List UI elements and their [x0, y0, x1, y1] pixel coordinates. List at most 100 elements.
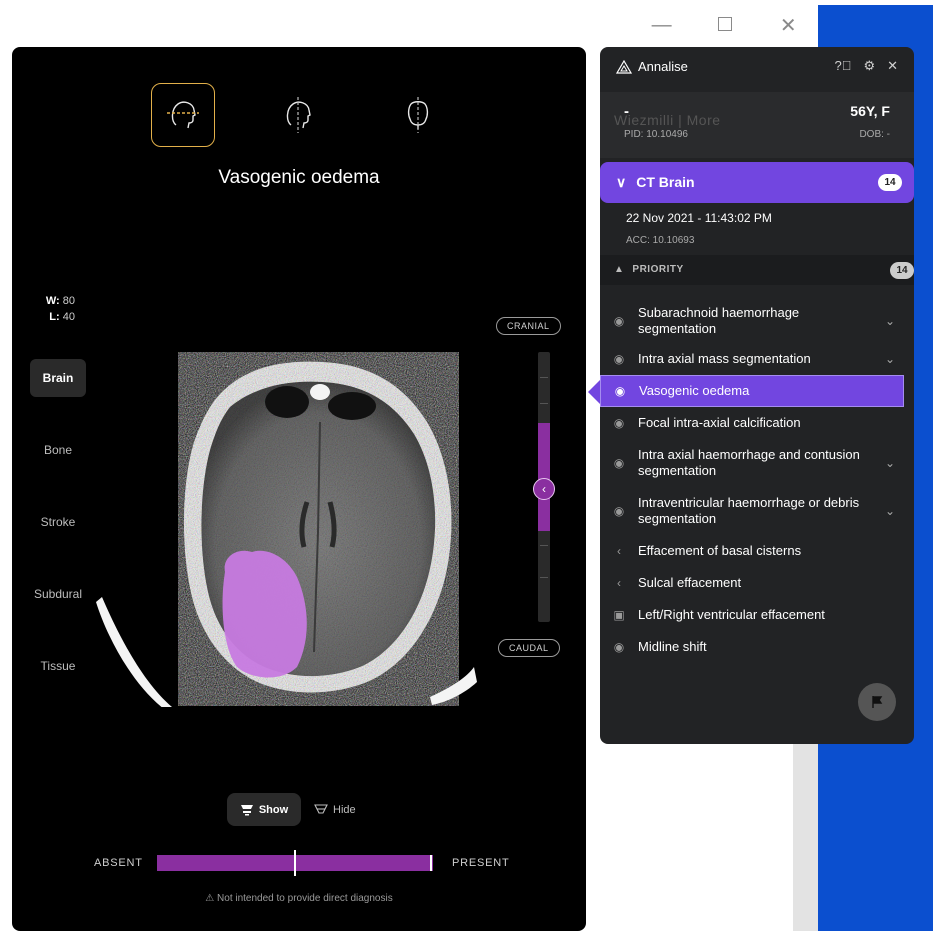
present-label: PRESENT [452, 857, 510, 869]
sagittal-plane-button[interactable] [386, 83, 450, 147]
slider-tick [540, 577, 548, 578]
maximize-icon [717, 16, 732, 31]
close-icon[interactable]: ✕ [887, 58, 898, 74]
priority-header[interactable]: ▲ PRIORITY 14 [600, 255, 914, 285]
finding-item[interactable]: ◉ Subarachnoid haemorrhage segmentation ⌄ [600, 299, 904, 343]
chevron-down-icon[interactable]: ⌄ [876, 314, 904, 328]
confidence-threshold-marker [294, 850, 296, 876]
slice-finding-range [538, 423, 550, 531]
caudal-label[interactable]: CAUDAL [498, 639, 560, 657]
brand-name: Annalise [638, 59, 688, 74]
cranial-label[interactable]: CRANIAL [496, 317, 561, 335]
chevron-down-icon[interactable]: ⌄ [876, 456, 904, 470]
finding-label: Intraventricular haemorrhage or debris s… [638, 495, 860, 526]
overlay-hide-icon [314, 803, 328, 814]
preset-subdural[interactable]: Subdural [30, 575, 86, 613]
square-icon[interactable]: ▣ [600, 608, 638, 622]
patient-name: - [624, 103, 629, 120]
image-viewer: Vasogenic oedema W: 80 L: 40 Brain Bone St… [12, 47, 586, 931]
slider-tick [540, 377, 548, 378]
eye-icon[interactable]: ◉ [600, 456, 638, 470]
absent-label: ABSENT [94, 857, 143, 869]
eye-icon[interactable]: ◉ [601, 384, 639, 398]
finding-item[interactable]: ‹ Sulcal effacement [600, 567, 904, 599]
hide-label: Hide [333, 803, 356, 816]
preset-stroke[interactable]: Stroke [30, 503, 86, 541]
help-icon[interactable]: ?⃝ [834, 58, 851, 74]
finding-title: Vasogenic oedema [218, 167, 380, 188]
eye-icon[interactable]: ◉ [600, 314, 638, 328]
preset-brain[interactable]: Brain [30, 359, 86, 397]
priority-text: PRIORITY [632, 264, 684, 275]
confidence-value-marker [430, 855, 432, 871]
level-value: 40 [62, 311, 75, 323]
window-controls: — ✕ [630, 8, 820, 42]
finding-label: Effacement of basal cisterns [638, 543, 802, 558]
finding-label: Focal intra-axial calcification [638, 415, 801, 430]
finding-label: Subarachnoid haemorrhage segmentation [638, 305, 800, 336]
eye-icon[interactable]: ◉ [600, 504, 638, 518]
background-strip [793, 743, 818, 931]
eye-icon[interactable]: ◉ [600, 416, 638, 430]
window-label: W: [45, 295, 60, 307]
flag-button[interactable] [858, 683, 896, 721]
finding-label: Vasogenic oedema [639, 383, 750, 398]
disclaimer: ⚠ Not intended to provide direct diagnos… [12, 893, 586, 904]
study-count-badge: 14 [878, 174, 902, 191]
finding-item[interactable]: ◉ Intra axial mass segmentation ⌄ [600, 343, 904, 375]
study-accession: ACC: 10.10693 [626, 235, 695, 246]
flag-icon [872, 696, 883, 708]
finding-label: Intra axial mass segmentation [638, 351, 811, 366]
disclaimer-text: Not intended to provide direct diagnosis [217, 893, 393, 904]
finding-item[interactable]: ◉ Midline shift [600, 631, 904, 663]
finding-item[interactable]: ◉ Intraventricular haemorrhage or debris … [600, 487, 904, 535]
chevron-left-icon[interactable]: ‹ [600, 544, 638, 558]
window-value: 80 [62, 295, 75, 307]
chevron-down-icon: ∨ [616, 174, 627, 190]
gear-icon[interactable]: ⚙ [863, 58, 875, 74]
chevron-down-icon[interactable]: ⌄ [876, 504, 904, 518]
study-header[interactable]: ∨ CT Brain 14 [600, 162, 914, 203]
slice-slider-handle[interactable]: ‹ [533, 478, 555, 500]
hide-overlay-button[interactable]: Hide [314, 793, 356, 826]
finding-item[interactable]: ◉ Focal intra-axial calcification [600, 407, 904, 439]
preset-tissue[interactable]: Tissue [30, 647, 86, 685]
patient-age-sex: 56Y, F [850, 103, 890, 119]
brand: Annalise [616, 59, 688, 74]
chevron-left-icon[interactable]: ‹ [600, 576, 638, 590]
finding-item[interactable]: ▣ Left/Right ventricular effacement [600, 599, 904, 631]
sagittal-head-icon [407, 97, 429, 133]
patient-card: Wiezmilli | More - PID: 10.10496 56Y, F … [600, 92, 914, 158]
finding-item[interactable]: ◉ Intra axial haemorrhage and contusion s… [600, 439, 904, 487]
patient-id: PID: 10.10496 [624, 129, 688, 140]
finding-item[interactable]: ◉ Vasogenic oedema [600, 375, 904, 407]
maximize-button[interactable] [705, 14, 745, 37]
chevron-down-icon[interactable]: ⌄ [876, 352, 904, 366]
finding-label: Midline shift [638, 639, 707, 654]
ct-scan-image [96, 361, 477, 707]
warning-icon: ⚠ [205, 893, 215, 904]
finding-label: Sulcal effacement [638, 575, 742, 590]
window-level-readout: W: 80 L: 40 [39, 293, 75, 325]
level-label: L: [49, 311, 60, 323]
background-app-text: Wiezmilli | More [614, 112, 721, 128]
study-name: CT Brain [636, 174, 695, 190]
active-finding-pointer [588, 380, 600, 404]
eye-icon[interactable]: ◉ [600, 352, 638, 366]
finding-label: Intra axial haemorrhage and contusion se… [638, 447, 860, 478]
study-label: ∨ CT Brain [616, 174, 695, 191]
panel-header-actions: ?⃝ ⚙ ✕ [834, 58, 898, 74]
preset-bone[interactable]: Bone [30, 431, 86, 469]
eye-icon[interactable]: ◉ [600, 640, 638, 654]
coronal-head-icon [286, 97, 311, 133]
annalise-logo-icon [616, 59, 632, 74]
show-overlay-button[interactable]: Show [227, 793, 301, 826]
finding-item[interactable]: ‹ Effacement of basal cisterns [600, 535, 904, 567]
coronal-plane-button[interactable] [266, 83, 330, 147]
axial-plane-button[interactable] [151, 83, 215, 147]
close-window-button[interactable]: ✕ [768, 13, 808, 38]
axial-head-icon [167, 101, 199, 129]
findings-panel: Annalise ?⃝ ⚙ ✕ Wiezmilli | More - PID: … [600, 47, 914, 744]
chevron-left-icon: ‹ [542, 482, 546, 496]
minimize-button[interactable]: — [642, 14, 682, 37]
